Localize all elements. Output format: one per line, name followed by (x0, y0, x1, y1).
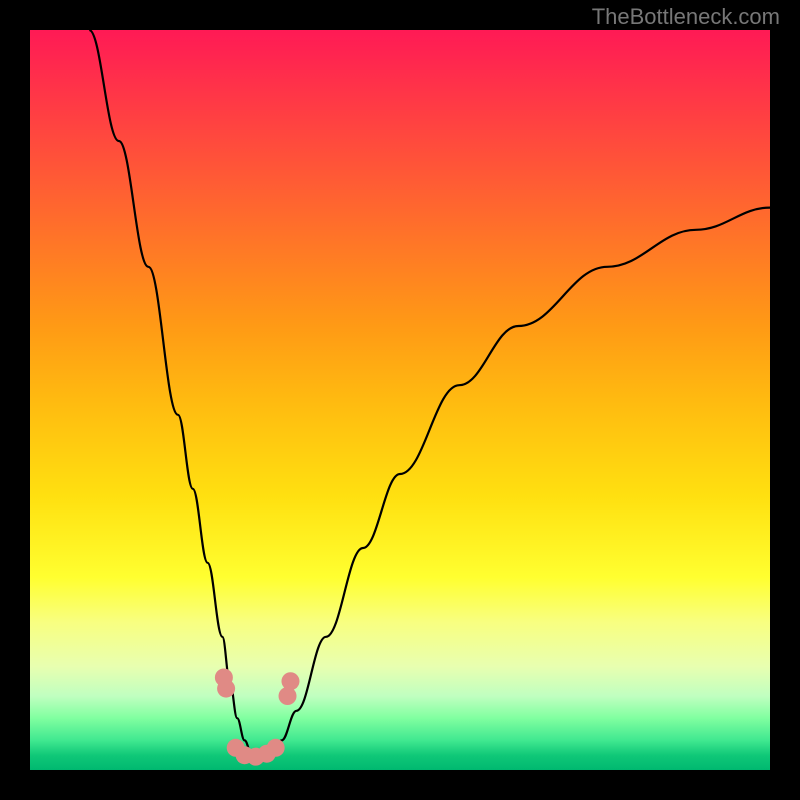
chart-plot-area (30, 30, 770, 770)
watermark-text: TheBottleneck.com (592, 4, 780, 30)
curve-marker (279, 687, 297, 705)
chart-svg (30, 30, 770, 770)
bottleneck-curve-line (89, 30, 770, 755)
curve-marker (217, 680, 235, 698)
curve-marker (267, 739, 285, 757)
curve-markers (215, 669, 300, 766)
curve-marker (281, 672, 299, 690)
